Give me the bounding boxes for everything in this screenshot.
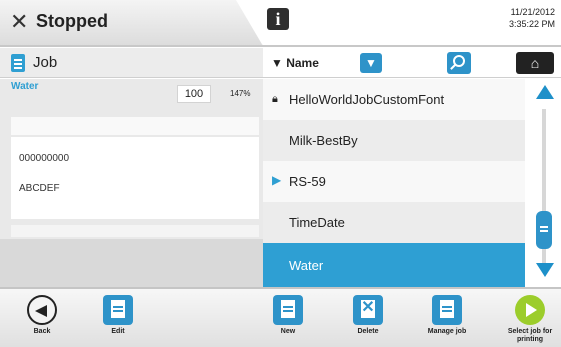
delete-button[interactable]: Delete xyxy=(346,289,390,347)
scrollbar[interactable] xyxy=(525,79,561,287)
preview-strip xyxy=(11,225,259,237)
back-label: Back xyxy=(33,328,51,335)
new-document-icon xyxy=(273,295,303,325)
field-percent: 147% xyxy=(230,89,251,98)
job-list-item-selected[interactable]: Water xyxy=(263,243,525,287)
delete-label: Delete xyxy=(357,328,379,335)
job-name: HelloWorldJobCustomFont xyxy=(289,92,445,107)
sort-label[interactable]: ▼ Name xyxy=(271,56,319,70)
job-name: TimeDate xyxy=(289,215,345,230)
search-icon-handle xyxy=(450,64,456,70)
back-arrow-icon xyxy=(27,295,57,325)
scroll-up-arrow-icon[interactable] xyxy=(536,85,554,99)
edit-button[interactable]: Edit xyxy=(96,289,140,347)
info-button[interactable]: i xyxy=(267,8,289,30)
top-bar: ✕ Stopped i 11/21/2012 3:35:22 PM xyxy=(0,0,561,47)
manage-job-button[interactable]: Manage job xyxy=(420,289,474,347)
date-text: 11/21/2012 xyxy=(510,7,555,17)
job-list-item[interactable]: ▶ RS-59 xyxy=(263,161,525,202)
preview-line: ABCDEF xyxy=(19,183,60,194)
home-button[interactable]: ⌂ xyxy=(516,52,554,74)
preview-line: 000000000 xyxy=(19,153,70,164)
scroll-thumb[interactable] xyxy=(536,211,552,249)
active-job-arrow-icon: ▶ xyxy=(272,173,282,187)
chevron-down-icon: ▼ xyxy=(365,56,377,70)
home-icon: ⌂ xyxy=(530,55,540,71)
delete-icon xyxy=(353,295,383,325)
panel-footer xyxy=(0,239,263,287)
scroll-down-arrow-icon[interactable] xyxy=(536,263,554,277)
select-job-for-printing-button[interactable]: Select job for printing xyxy=(502,289,558,347)
select-label: Select job for printing xyxy=(507,328,553,343)
job-list-item[interactable]: 🔒︎ HelloWorldJobCustomFont xyxy=(263,79,525,120)
job-title: Job xyxy=(33,54,58,71)
message-preview: 000000000 ABCDEF xyxy=(11,137,259,219)
manage-label: Manage job xyxy=(427,328,467,335)
divider xyxy=(0,45,561,47)
job-name: RS-59 xyxy=(289,174,326,189)
info-icon: i xyxy=(275,9,281,29)
edit-label: Edit xyxy=(111,328,125,335)
time-text: 3:35:22 PM xyxy=(508,19,555,29)
field-name: Water xyxy=(11,81,39,92)
job-preview-panel: Water 100 147% 000000000 ABCDEF xyxy=(0,79,263,287)
job-document-icon xyxy=(11,54,25,72)
job-name: Milk-BestBy xyxy=(289,133,358,148)
job-name: Water xyxy=(289,258,324,273)
sort-header: ▼ Name ▼ ⌂ xyxy=(263,48,561,78)
new-button[interactable]: New xyxy=(266,289,310,347)
job-list-item[interactable]: Milk-BestBy xyxy=(263,120,525,161)
status-area[interactable]: ✕ Stopped xyxy=(0,0,263,46)
job-list: 🔒︎ HelloWorldJobCustomFont Milk-BestBy ▶… xyxy=(263,79,525,287)
lock-icon: 🔒︎ xyxy=(272,93,278,105)
bottom-toolbar: Back Edit New Delete Manage job Select j… xyxy=(0,287,561,347)
back-button[interactable]: Back xyxy=(20,289,64,347)
status-text: Stopped xyxy=(36,11,108,31)
manage-job-icon xyxy=(432,295,462,325)
preview-strip xyxy=(11,117,259,135)
play-icon xyxy=(515,295,545,325)
new-label: New xyxy=(280,328,296,335)
field-value[interactable]: 100 xyxy=(177,85,211,103)
datetime: 11/21/2012 3:35:22 PM xyxy=(509,6,555,30)
edit-icon xyxy=(103,295,133,325)
sort-dropdown-button[interactable]: ▼ xyxy=(360,53,382,73)
job-list-item[interactable]: TimeDate xyxy=(263,202,525,243)
search-button[interactable] xyxy=(447,52,471,74)
stop-x-icon: ✕ xyxy=(10,9,29,34)
job-header: Job xyxy=(0,48,263,78)
